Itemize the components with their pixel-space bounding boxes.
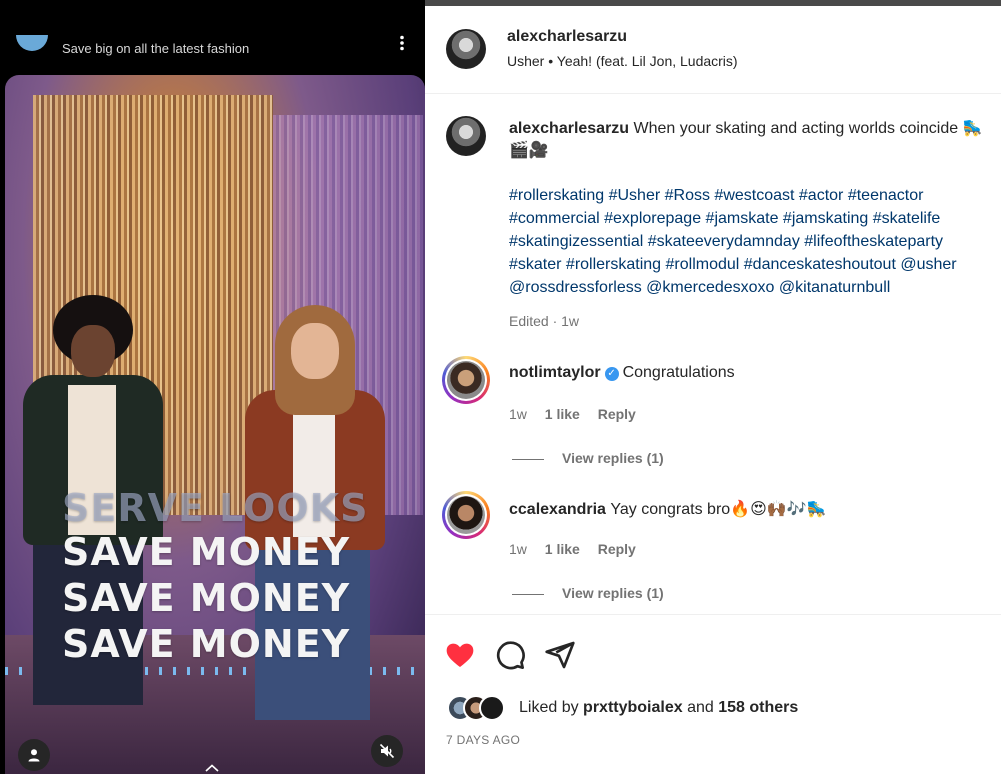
reply-button[interactable]: Reply	[598, 406, 636, 422]
view-replies-button[interactable]: View replies (1)	[512, 585, 664, 601]
commenter-username[interactable]: notlimtaylor	[509, 364, 601, 381]
mute-icon	[379, 743, 395, 759]
comment-item: notlimtaylor ✓ Congratulations 1w 1 like R…	[425, 356, 1001, 486]
comment-text: Yay congrats bro🔥😍🙌🏾🎶🛼	[610, 501, 827, 518]
post-header: alexcharlesarzu Usher • Yeah! (feat. Lil…	[425, 6, 1001, 94]
view-replies-label: View replies (1)	[562, 585, 664, 601]
view-replies-button[interactable]: View replies (1)	[512, 450, 664, 466]
commenter-avatar[interactable]	[442, 491, 490, 539]
likes-summary: Liked by prxttyboialex and 158 others	[425, 693, 1001, 723]
likes-others-link[interactable]: 158 others	[718, 699, 798, 716]
comment-meta: 1w 1 like Reply	[509, 541, 650, 557]
heart-icon[interactable]	[444, 639, 478, 673]
video-overlay-line-1: SERVE LOOKS	[62, 486, 369, 530]
view-replies-label: View replies (1)	[562, 450, 664, 466]
post-actions: Liked by prxttyboialex and 158 others 7 …	[425, 614, 1001, 774]
caption-line-2: 🎬🎥	[509, 142, 549, 159]
video-overlay-line-4: SAVE MONEY	[62, 622, 351, 666]
share-icon[interactable]	[544, 639, 578, 673]
commenter-avatar[interactable]	[442, 356, 490, 404]
author-avatar[interactable]	[446, 29, 486, 69]
comment-body: notlimtaylor ✓ Congratulations	[509, 364, 735, 382]
video-player[interactable]	[5, 75, 425, 774]
comment-item: ccalexandria Yay congrats bro🔥😍🙌🏾🎶🛼 1w 1…	[425, 491, 1001, 621]
liker-avatars[interactable]	[447, 695, 517, 721]
divider-dash	[512, 458, 544, 460]
hashtag-line[interactable]: #skatingizessential #skateeverydamnday #…	[509, 230, 1001, 253]
tagged-users-button[interactable]	[18, 739, 50, 771]
caption-avatar[interactable]	[446, 116, 486, 156]
liker-username[interactable]: prxttyboialex	[583, 699, 683, 716]
comment-body: ccalexandria Yay congrats bro🔥😍🙌🏾🎶🛼	[509, 499, 827, 519]
comment-age: 1w	[509, 541, 527, 557]
user-icon	[28, 749, 40, 762]
comment-like-count[interactable]: 1 like	[545, 541, 580, 557]
post-date[interactable]: 7 DAYS AGO	[446, 733, 520, 747]
likes-text: Liked by prxttyboialex and 158 others	[519, 699, 798, 717]
comment-icon[interactable]	[494, 639, 528, 673]
comment-meta: 1w 1 like Reply	[509, 406, 650, 422]
ad-banner-text[interactable]: Save big on all the latest fashion	[62, 41, 249, 56]
hashtag-line[interactable]: @rossdressforless @kmercedesxoxo @kitana…	[509, 276, 1001, 299]
hashtag-line[interactable]: #commercial #explorepage #jamskate #jams…	[509, 207, 1001, 230]
comment-text: Congratulations	[622, 364, 735, 381]
reply-button[interactable]: Reply	[598, 541, 636, 557]
video-overlay-line-2: SAVE MONEY	[62, 530, 351, 574]
media-panel: Save big on all the latest fashion SERVE…	[0, 0, 425, 774]
ad-avatar[interactable]	[16, 35, 48, 51]
liked-by-prefix: Liked by	[519, 699, 579, 716]
verified-icon: ✓	[604, 367, 619, 381]
caption-text: When your skating and acting worlds coin…	[633, 120, 983, 137]
more-icon[interactable]	[399, 35, 405, 51]
commenter-username[interactable]: ccalexandria	[509, 501, 606, 518]
caption-edited-time: Edited · 1w	[509, 313, 580, 329]
chevron-up-icon	[205, 764, 219, 774]
instagram-post-view: Save big on all the latest fashion SERVE…	[0, 0, 1001, 774]
comment-age: 1w	[509, 406, 527, 422]
author-username[interactable]: alexcharlesarzu	[507, 28, 627, 46]
caption-hashtags: #rollerskating #Usher #Ross #westcoast #…	[509, 184, 1001, 299]
hashtag-line[interactable]: #rollerskating #Usher #Ross #westcoast #…	[509, 184, 1001, 207]
video-overlay-line-3: SAVE MONEY	[62, 576, 351, 620]
post-details-panel: alexcharlesarzu Usher • Yeah! (feat. Lil…	[425, 6, 1001, 774]
hashtag-line[interactable]: #skater #rollerskating #rollmodul #dance…	[509, 253, 1001, 276]
divider-dash	[512, 593, 544, 595]
caption-line-1: alexcharlesarzu When your skating and ac…	[509, 118, 983, 138]
likes-joiner: and	[687, 699, 714, 716]
comment-like-count[interactable]: 1 like	[545, 406, 580, 422]
mute-button[interactable]	[371, 735, 403, 767]
audio-track-link[interactable]: Usher • Yeah! (feat. Lil Jon, Ludacris)	[507, 53, 738, 69]
caption-username[interactable]: alexcharlesarzu	[509, 120, 629, 137]
